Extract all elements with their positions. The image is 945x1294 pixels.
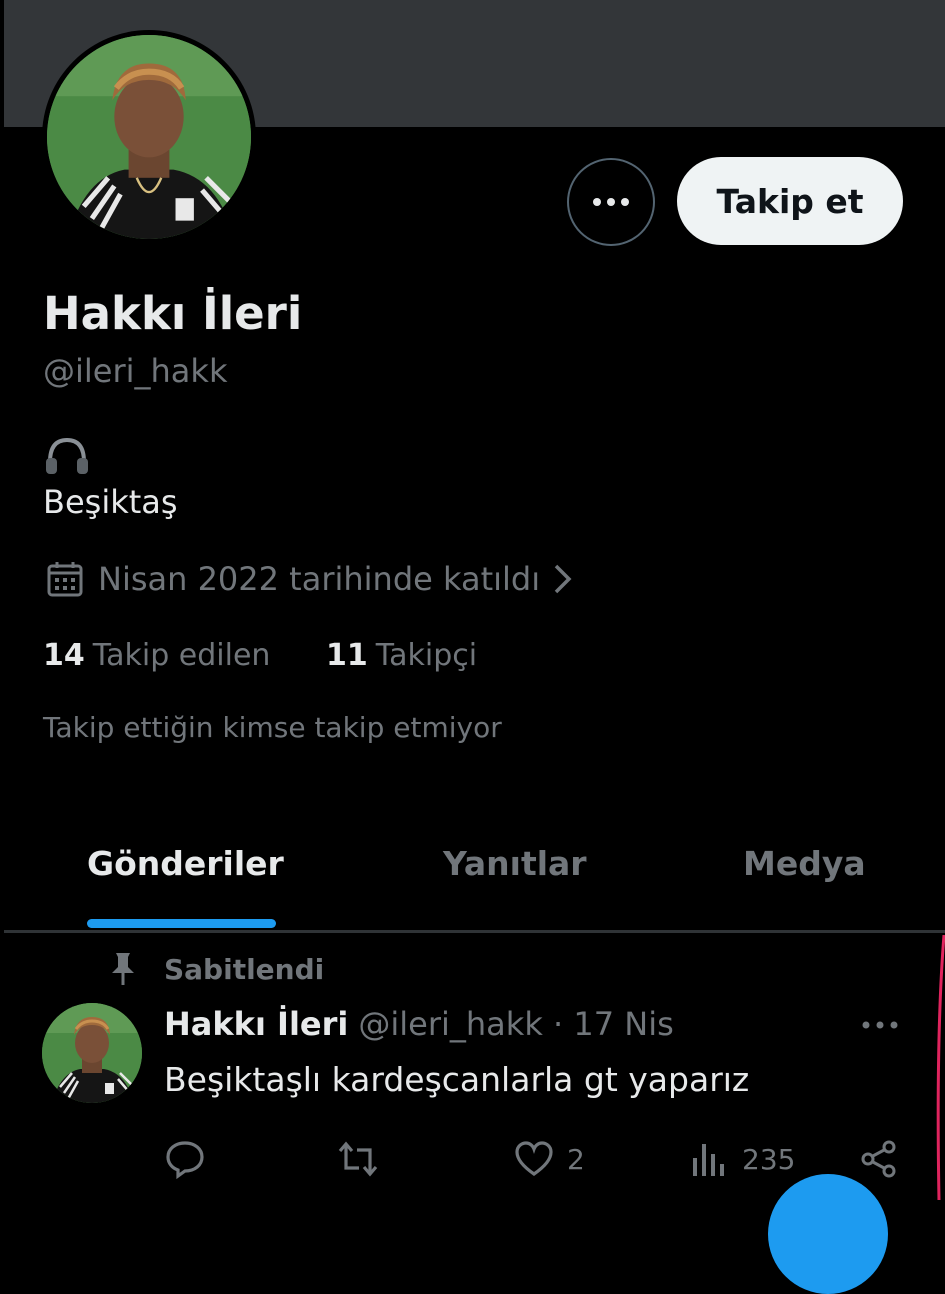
share-button[interactable]	[858, 1138, 900, 1180]
views-button[interactable]: 235	[688, 1138, 795, 1180]
followers-count: 11	[326, 638, 368, 673]
tab-replies[interactable]: Yanıtlar	[443, 844, 587, 883]
more-options-button[interactable]	[567, 158, 655, 246]
following-label: Takip edilen	[92, 638, 271, 673]
repost-button[interactable]	[337, 1138, 379, 1180]
like-button[interactable]: 2	[513, 1138, 585, 1180]
following-count: 14	[43, 638, 85, 673]
joined-text: Nisan 2022 tarihinde katıldı	[98, 560, 541, 598]
headphones-icon	[46, 437, 88, 474]
tabs-divider	[4, 930, 945, 933]
avatar-photo	[42, 1003, 142, 1103]
tweet-author-avatar[interactable]	[42, 1003, 142, 1103]
tweet-author-meta[interactable]: @ileri_hakk · 17 Nis	[358, 1005, 673, 1043]
more-icon	[593, 198, 629, 206]
pinned-label: Sabitlendi	[164, 952, 325, 986]
tweet-header: Hakkı İleri @ileri_hakk · 17 Nis	[164, 1005, 674, 1043]
following-stat[interactable]: 14 Takip edilen	[43, 638, 270, 673]
tweet-text: Beşiktaşlı kardeşcanlarla gt yaparız	[164, 1060, 750, 1099]
pin-icon	[112, 953, 134, 985]
followers-stat[interactable]: 11 Takipçi	[326, 638, 477, 673]
edge-decoration	[936, 935, 945, 1200]
reply-button[interactable]	[164, 1138, 206, 1180]
reply-icon	[166, 1141, 204, 1180]
share-icon	[861, 1140, 896, 1178]
views-icon	[693, 1144, 724, 1176]
pinned-indicator: Sabitlendi	[106, 951, 324, 987]
mutual-followers-note: Takip ettiğin kimse takip etmiyor	[43, 711, 502, 744]
active-tab-indicator	[87, 919, 276, 928]
chevron-right-icon	[554, 564, 572, 594]
tweet-more-icon[interactable]	[860, 1010, 900, 1040]
repost-icon	[338, 1141, 378, 1177]
avatar-photo	[47, 35, 251, 239]
display-name: Hakkı İleri	[43, 287, 303, 340]
user-handle: @ileri_hakk	[43, 352, 228, 390]
profile-tabs: Gönderiler Yanıtlar Medya	[0, 830, 945, 934]
profile-bio: Beşiktaş	[43, 483, 178, 521]
tab-media[interactable]: Medya	[743, 844, 866, 883]
profile-avatar[interactable]	[42, 30, 256, 244]
tab-posts[interactable]: Gönderiler	[87, 844, 284, 883]
tweet-author-name[interactable]: Hakkı İleri	[164, 1005, 348, 1043]
compose-button[interactable]	[768, 1174, 888, 1294]
joined-date[interactable]: Nisan 2022 tarihinde katıldı	[46, 560, 574, 598]
followers-label: Takipçi	[375, 638, 478, 673]
follow-button[interactable]: Takip et	[677, 157, 903, 245]
view-count: 235	[742, 1142, 796, 1176]
calendar-icon	[47, 562, 83, 597]
heart-icon	[515, 1141, 553, 1176]
like-count: 2	[567, 1142, 585, 1176]
